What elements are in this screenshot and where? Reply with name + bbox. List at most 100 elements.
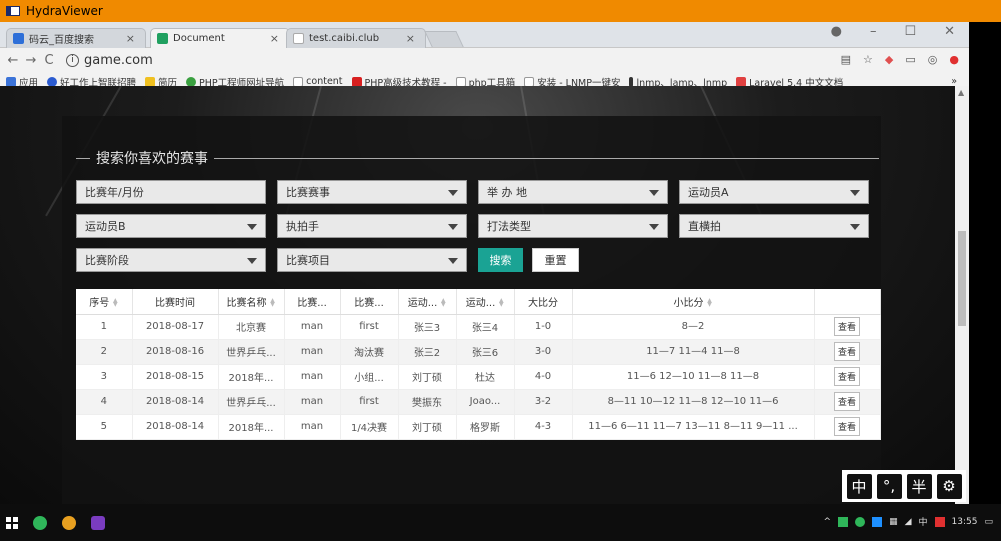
column-header [814,289,881,315]
taskbar: ^ ▦ ◢ 中 13:55 ▭ [0,504,1001,541]
player-b-select[interactable]: 运动员B [76,214,266,238]
url-field[interactable]: game.com [84,53,153,68]
tab-label: 码云_百度搜索 [29,35,94,46]
windows-start-icon[interactable] [6,516,18,529]
address-bar: ← → C i game.com ▤ ☆ ◆ ▭ ◎ ● [0,48,969,72]
new-tab-button[interactable] [424,31,464,47]
account-icon[interactable]: ● [831,24,842,39]
sort-icon[interactable]: ▲ ▼ [707,297,713,307]
column-header[interactable]: 运动... ▲ ▼ [398,289,457,315]
legend-title: 搜索你喜欢的赛事 [96,151,208,167]
extension-icon[interactable]: ◆ [885,53,893,66]
ime-punctuation-toggle[interactable]: °, [876,473,902,499]
chevron-down-icon [649,224,659,230]
view-button[interactable]: 查看 [833,342,860,361]
document-icon [157,33,168,44]
column-header[interactable]: 比赛时间 [132,289,219,315]
forward-icon[interactable]: → [24,53,38,68]
chrome-icon[interactable] [62,515,76,530]
translate-icon[interactable]: ▤ [841,53,851,66]
extension-icon[interactable]: ◎ [928,53,938,66]
ime-settings-icon[interactable]: ⚙ [936,473,962,499]
view-button[interactable]: 查看 [833,417,860,436]
chevron-down-icon [247,224,257,230]
tab-test-caibi[interactable]: test.caibi.club × [286,28,426,48]
info-icon[interactable]: i [66,53,79,67]
year-month-input[interactable]: 比赛年/月份 [76,180,266,204]
tray-app-icon[interactable] [934,516,945,527]
input-language[interactable]: 中 [919,515,928,528]
player-a-select[interactable]: 运动员A [679,180,869,204]
stage-select[interactable]: 比赛阶段 [76,248,266,272]
tab-strip: 码云_百度搜索 × Document × test.caibi.club × ●… [0,22,969,48]
back-icon[interactable]: ← [6,53,20,68]
sort-icon[interactable]: ▲ ▼ [498,297,504,307]
clock[interactable]: 13:55 [952,517,978,527]
page-scrollbar[interactable]: ▲ ▼ [955,86,969,504]
extension-icon[interactable]: ▭ [905,53,915,66]
ime-halfwidth-toggle[interactable]: 半 [906,473,932,499]
close-tab-icon[interactable]: × [126,32,135,45]
window-controls: ● – ☐ ✕ [831,22,969,39]
wechat-tray-icon[interactable] [855,516,866,527]
chevron-down-icon [247,258,257,264]
column-header[interactable]: 比赛... [340,289,399,315]
tab-label: Document [173,33,225,44]
network-icon[interactable]: ▦ [889,517,898,527]
app-title: HydraViewer [26,4,103,18]
table-row: 4 2018-08-14 世界乒乓... man first 樊振东 Joao... 3-2 8… [76,389,881,415]
scroll-up-icon[interactable]: ▲ [958,88,964,97]
close-tab-icon[interactable]: × [406,32,415,45]
maximize-button[interactable]: ☐ [904,24,916,39]
results-table: 序号 ▲ ▼ 比赛时间 比赛名称 ▲ ▼ 比赛... 比赛... 运动... ▲ ▼ 运动.… [76,289,881,440]
opera-icon[interactable]: ● [949,53,959,66]
tab-document[interactable]: Document × [150,28,290,48]
minimize-button[interactable]: – [870,24,877,39]
view-button[interactable]: 查看 [833,367,860,386]
sort-icon[interactable]: ▲ ▼ [112,297,118,307]
star-icon[interactable]: ☆ [863,53,873,66]
chevron-down-icon [448,190,458,196]
search-button[interactable]: 搜索 [478,248,523,272]
ime-chinese-toggle[interactable]: 中 [846,473,872,499]
system-tray: ^ ▦ ◢ 中 13:55 ▭ [824,515,993,528]
event-select[interactable]: 比赛赛事 [277,180,467,204]
table-header-row: 序号 ▲ ▼ 比赛时间 比赛名称 ▲ ▼ 比赛... 比赛... 运动... ▲ ▼ 运动.… [76,289,881,315]
column-header[interactable]: 比赛... [284,289,341,315]
view-button[interactable]: 查看 [833,317,860,336]
tab-baidu[interactable]: 码云_百度搜索 × [6,28,146,48]
close-tab-icon[interactable]: × [270,32,279,45]
ime-toolbar: 中 °, 半 ⚙ [842,470,966,502]
folder-icon [145,76,156,87]
column-header[interactable]: 序号 ▲ ▼ [76,289,133,315]
wechat-icon[interactable] [33,515,47,530]
reload-icon[interactable]: C [42,53,56,68]
grip-select[interactable]: 直横拍 [679,214,869,238]
handedness-select[interactable]: 执拍手 [277,214,467,238]
notification-icon[interactable]: ▭ [984,517,993,527]
column-header[interactable]: 比赛名称 ▲ ▼ [218,289,285,315]
app-title-bar: HydraViewer [0,0,1001,22]
category-select[interactable]: 比赛项目 [277,248,467,272]
tray-app-icon[interactable] [838,516,849,527]
close-button[interactable]: ✕ [944,24,955,39]
tab-label: test.caibi.club [309,33,380,44]
column-header[interactable]: 运动... ▲ ▼ [456,289,515,315]
cloud-tray-icon[interactable] [872,516,883,527]
reset-button[interactable]: 重置 [532,248,579,272]
tray-expand-icon[interactable]: ^ [824,517,832,527]
column-header[interactable]: 小比分 ▲ ▼ [572,289,815,315]
address-bar-actions: ▤ ☆ ◆ ▭ ◎ ● [841,53,959,66]
app-icon[interactable] [91,515,105,530]
page-content: 搜索你喜欢的赛事 比赛年/月份 比赛赛事 举 办 地 运动员A 运动员B 执拍手… [0,86,955,504]
venue-select[interactable]: 举 办 地 [478,180,668,204]
volume-icon[interactable]: ◢ [905,517,912,527]
chevron-down-icon [448,224,458,230]
view-button[interactable]: 查看 [833,392,860,411]
sort-icon[interactable]: ▲ ▼ [440,297,446,307]
sort-icon[interactable]: ▲ ▼ [270,297,276,307]
scrollbar-thumb[interactable] [958,231,966,326]
column-header[interactable]: 大比分 [514,289,573,315]
table-row: 5 2018-08-14 2018年... man 1/4决赛 刘丁硕 格罗斯 4-3 11—6… [76,414,881,440]
play-style-select[interactable]: 打法类型 [478,214,668,238]
